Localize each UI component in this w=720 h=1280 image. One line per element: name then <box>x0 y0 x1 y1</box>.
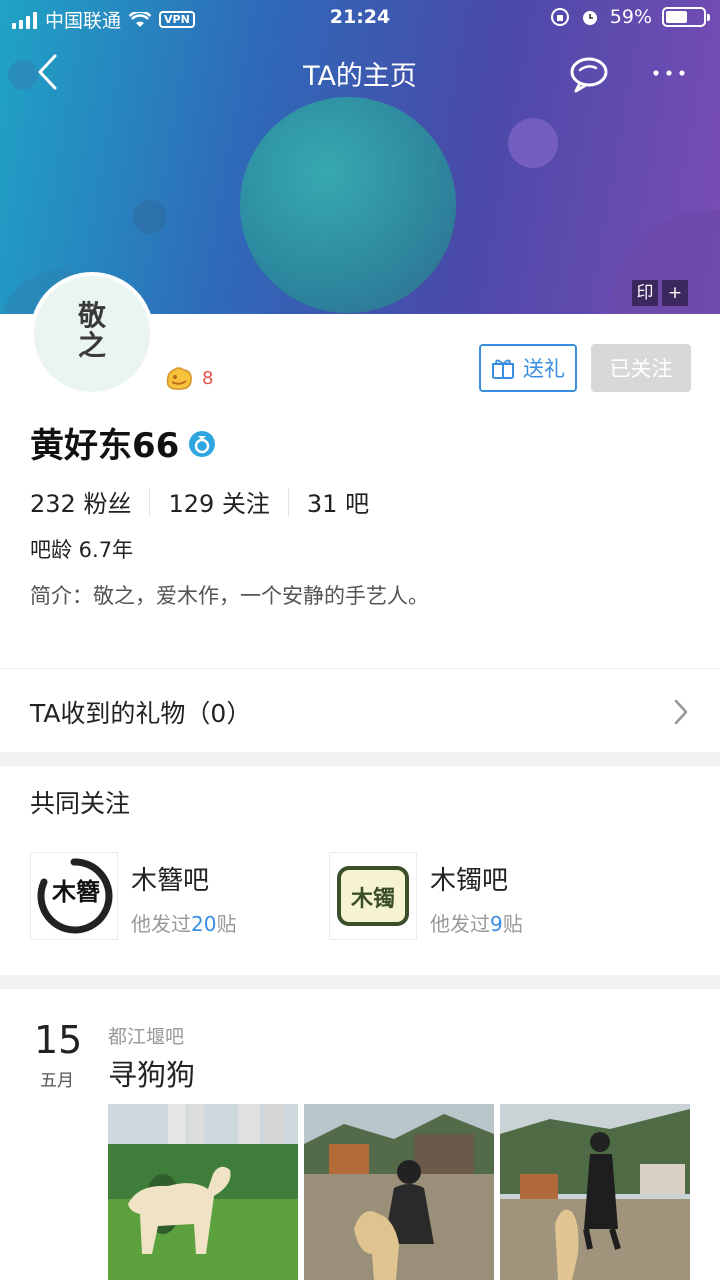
battery-icon <box>662 7 710 27</box>
post-forum-name[interactable]: 都江堰吧 <box>108 1022 184 1049</box>
orientation-lock-icon <box>550 8 569 26</box>
status-bar: 中国联通 VPN 21:24 59% <box>0 0 720 38</box>
level-number: 8 <box>202 368 214 389</box>
svg-text:木簪: 木簪 <box>51 877 100 906</box>
battery-percent: 59% <box>609 6 652 28</box>
username: 黄好东66 <box>30 426 180 466</box>
avatar[interactable]: 敬 之 <box>30 272 154 396</box>
send-gift-button[interactable]: 送礼 <box>479 344 577 392</box>
page-title: TA的主页 <box>303 61 417 92</box>
stat-divider <box>287 487 289 516</box>
divider <box>0 668 720 669</box>
level-badge-icon <box>166 367 192 390</box>
post-photo[interactable] <box>500 1104 690 1280</box>
message-button[interactable] <box>568 54 610 94</box>
banner-bubble <box>240 97 456 313</box>
following-stat[interactable]: 129 关注 <box>168 484 269 519</box>
received-gifts-label: TA收到的礼物（0） <box>30 699 252 728</box>
followed-button[interactable]: 已关注 <box>591 344 691 392</box>
common-follows-title: 共同关注 <box>30 789 131 818</box>
forum-post-count: 他发过20贴 <box>131 912 237 936</box>
banner-bubble <box>133 200 167 234</box>
post-date-day: 15 <box>34 1018 83 1062</box>
profile-stats: 232 粉丝 129 关注 31 吧 <box>30 484 369 519</box>
add-tool-button[interactable]: + <box>662 280 688 306</box>
avatar-calligraphy: 敬 之 <box>77 299 106 362</box>
more-icon <box>653 70 685 76</box>
bio: 简介：敬之，爱木作，一个安静的手艺人。 <box>30 584 429 608</box>
forum-card-muzhuo[interactable]: 木镯 木镯吧 他发过9贴 <box>329 852 629 940</box>
forum-age: 吧龄 6.7年 <box>30 538 134 562</box>
forum-post-count: 他发过9贴 <box>430 912 523 936</box>
post-photo[interactable] <box>304 1104 494 1280</box>
forum-logo: 木簪 <box>30 852 118 940</box>
member-ring-icon <box>189 431 215 457</box>
banner-bubble <box>508 118 558 168</box>
received-gifts-row[interactable]: TA收到的礼物（0） <box>30 692 690 732</box>
post-date-month: 五月 <box>40 1071 74 1091</box>
more-options-button[interactable] <box>648 60 692 86</box>
gift-icon <box>492 359 514 379</box>
section-divider <box>0 975 720 989</box>
forum-card-muzan[interactable]: 木簪 木簪吧 他发过20贴 <box>30 852 330 940</box>
stamp-tool-button[interactable]: 印 <box>632 280 658 306</box>
ink-circle-logo: 木簪 <box>37 858 113 934</box>
stat-divider <box>149 487 151 516</box>
svg-text:木镯: 木镯 <box>350 886 395 912</box>
ornate-text-logo: 木镯 <box>337 866 409 926</box>
forum-name: 木镯吧 <box>430 866 509 896</box>
forums-stat[interactable]: 31 吧 <box>307 484 369 519</box>
post-title[interactable]: 寻狗狗 <box>108 1052 195 1094</box>
chevron-right-icon <box>674 699 688 725</box>
forum-name: 木簪吧 <box>131 866 210 896</box>
post-photo[interactable] <box>108 1104 298 1280</box>
forum-logo: 木镯 <box>329 852 417 940</box>
alarm-icon <box>582 11 597 25</box>
section-divider <box>0 752 720 766</box>
profile-banner: 中国联通 VPN 21:24 59% TA的主页 印 + <box>0 0 720 314</box>
send-gift-label: 送礼 <box>523 357 565 381</box>
fans-stat[interactable]: 232 粉丝 <box>30 484 131 519</box>
